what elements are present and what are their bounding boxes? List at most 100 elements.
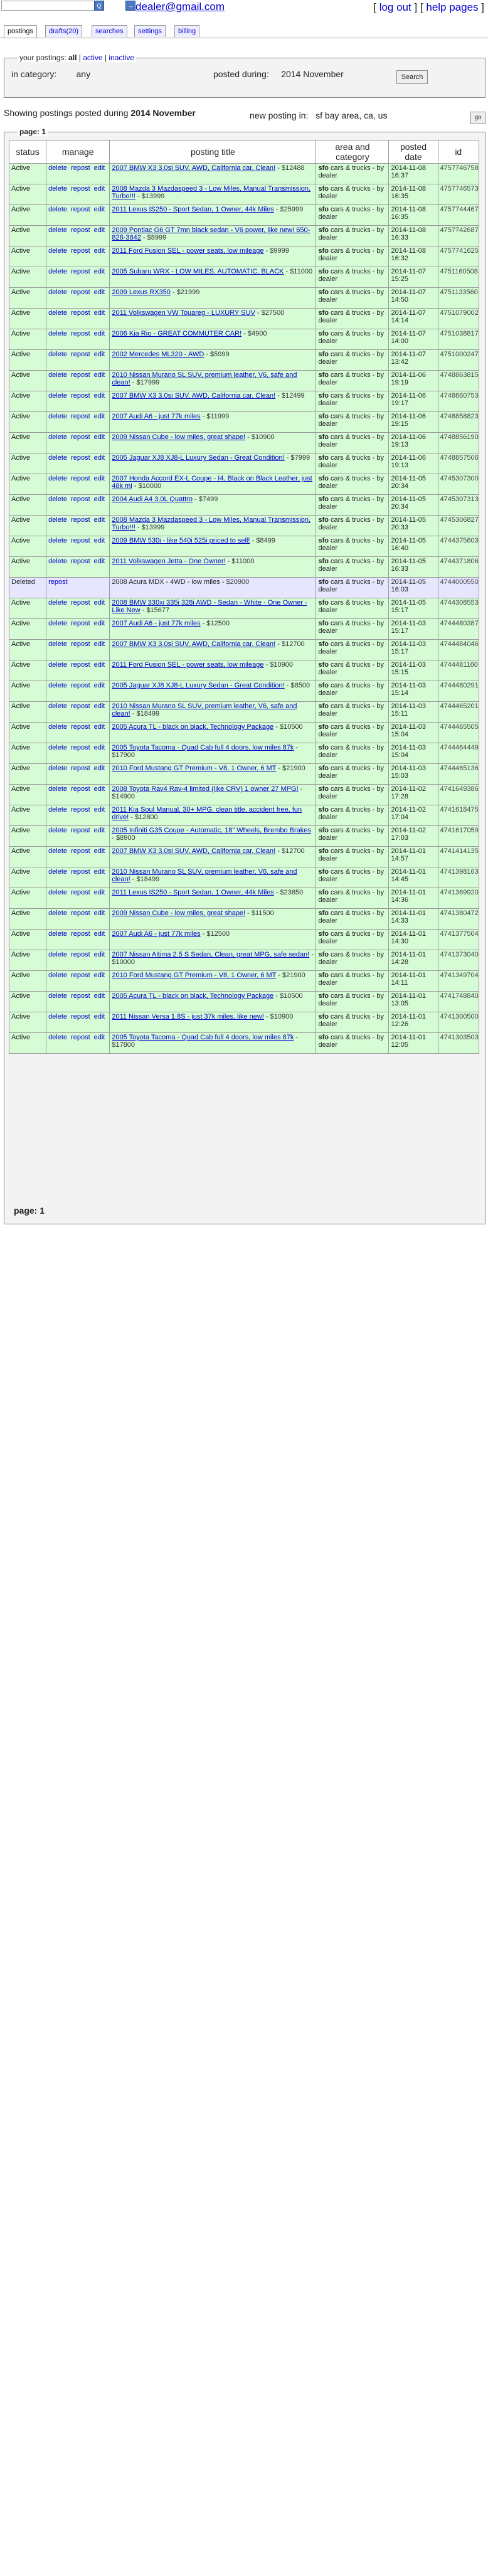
posting-title-link[interactable]: 2010 Ford Mustang GT Premium - V8, 1 Own… xyxy=(112,972,276,979)
help-pages-link[interactable]: help pages xyxy=(426,1,478,13)
repost-link[interactable]: repost xyxy=(71,765,90,772)
repost-link[interactable]: repost xyxy=(71,496,90,503)
delete-link[interactable]: delete xyxy=(48,289,67,296)
edit-link[interactable]: edit xyxy=(94,847,105,855)
delete-link[interactable]: delete xyxy=(48,226,67,234)
edit-link[interactable]: edit xyxy=(94,164,105,172)
delete-link[interactable]: delete xyxy=(48,868,67,876)
posting-title-link[interactable]: 2007 BMW X3 3.0si SUV, AWD, California c… xyxy=(112,392,275,400)
repost-link[interactable]: repost xyxy=(71,827,90,834)
edit-link[interactable]: edit xyxy=(94,371,105,379)
edit-link[interactable]: edit xyxy=(94,992,105,1000)
delete-link[interactable]: delete xyxy=(48,206,67,213)
tab-postings[interactable]: postings xyxy=(4,25,37,38)
edit-link[interactable]: edit xyxy=(94,475,105,482)
delete-link[interactable]: delete xyxy=(48,930,67,938)
edit-link[interactable]: edit xyxy=(94,723,105,731)
edit-link[interactable]: edit xyxy=(94,351,105,358)
delete-link[interactable]: delete xyxy=(48,702,67,710)
repost-link[interactable]: repost xyxy=(71,371,90,379)
repost-link[interactable]: repost xyxy=(71,413,90,420)
delete-link[interactable]: delete xyxy=(48,371,67,379)
delete-link[interactable]: delete xyxy=(48,351,67,358)
repost-link[interactable]: repost xyxy=(71,558,90,565)
delete-link[interactable]: delete xyxy=(48,516,67,524)
posting-title-link[interactable]: 2011 Volkswagen Jetta - One Owner! xyxy=(112,558,225,565)
posting-title-link[interactable]: 2007 Audi A6 - just 77k miles xyxy=(112,620,200,627)
repost-link[interactable]: repost xyxy=(71,889,90,896)
edit-link[interactable]: edit xyxy=(94,454,105,462)
edit-link[interactable]: edit xyxy=(94,268,105,275)
repost-link[interactable]: repost xyxy=(71,909,90,917)
edit-link[interactable]: edit xyxy=(94,496,105,503)
repost-link[interactable]: repost xyxy=(71,475,90,482)
edit-link[interactable]: edit xyxy=(94,537,105,544)
delete-link[interactable]: delete xyxy=(48,992,67,1000)
delete-link[interactable]: delete xyxy=(48,1034,67,1041)
repost-link[interactable]: repost xyxy=(71,309,90,317)
edit-link[interactable]: edit xyxy=(94,930,105,938)
edit-link[interactable]: edit xyxy=(94,413,105,420)
repost-link[interactable]: repost xyxy=(71,868,90,876)
repost-link[interactable]: repost xyxy=(71,992,90,1000)
repost-link[interactable]: repost xyxy=(71,951,90,958)
posting-title-link[interactable]: 2009 BMW 530i - like 540i 525i priced to… xyxy=(112,537,250,544)
delete-link[interactable]: delete xyxy=(48,599,67,607)
posting-title-link[interactable]: 2007 Nissan Altima 2.5 S Sedan, Clean, g… xyxy=(112,951,309,958)
edit-link[interactable]: edit xyxy=(94,558,105,565)
posting-title-link[interactable]: 2006 Kia Rio - GREAT COMMUTER CAR! xyxy=(112,330,241,337)
repost-link[interactable]: repost xyxy=(71,247,90,255)
repost-link[interactable]: repost xyxy=(71,1034,90,1041)
posting-title-link[interactable]: 2011 Ford Fusion SEL - power seats, low … xyxy=(112,247,263,255)
delete-link[interactable]: delete xyxy=(48,330,67,337)
new-posting-location-select[interactable]: sf bay area, ca, us xyxy=(316,110,387,120)
delete-link[interactable]: delete xyxy=(48,268,67,275)
repost-link[interactable]: repost xyxy=(71,640,90,648)
delete-link[interactable]: delete xyxy=(48,827,67,834)
delete-link[interactable]: delete xyxy=(48,640,67,648)
go-button[interactable]: go xyxy=(470,112,485,124)
filter-active-link[interactable]: active xyxy=(83,53,102,62)
repost-link[interactable]: repost xyxy=(71,454,90,462)
delete-link[interactable]: delete xyxy=(48,620,67,627)
posting-title-link[interactable]: 2011 Lexus IS250 - Sport Sedan, 1 Owner,… xyxy=(112,889,273,896)
edit-link[interactable]: edit xyxy=(94,909,105,917)
posting-title-link[interactable]: 2009 Nissan Cube - low miles, great shap… xyxy=(112,433,245,441)
edit-link[interactable]: edit xyxy=(94,433,105,441)
delete-link[interactable]: delete xyxy=(48,765,67,772)
delete-link[interactable]: delete xyxy=(48,661,67,669)
repost-link[interactable]: repost xyxy=(71,930,90,938)
arrow-icon[interactable]: → xyxy=(125,1,135,11)
repost-link[interactable]: repost xyxy=(71,723,90,731)
edit-link[interactable]: edit xyxy=(94,640,105,648)
edit-link[interactable]: edit xyxy=(94,785,105,793)
delete-link[interactable]: delete xyxy=(48,972,67,979)
repost-link[interactable]: repost xyxy=(71,599,90,607)
delete-link[interactable]: delete xyxy=(48,185,67,193)
posting-title-link[interactable]: 2005 Infiniti G35 Coupe - Automatic, 18"… xyxy=(112,827,311,834)
posting-title-link[interactable]: 2005 Jaguar XJ8 XJ8-L Luxury Sedan - Gre… xyxy=(112,682,284,689)
edit-link[interactable]: edit xyxy=(94,247,105,255)
logo-search-input[interactable] xyxy=(1,1,97,11)
posting-title-link[interactable]: 2005 Jaguar XJ8 XJ8-L Luxury Sedan - Gre… xyxy=(112,454,284,462)
edit-link[interactable]: edit xyxy=(94,744,105,751)
edit-link[interactable]: edit xyxy=(94,806,105,814)
repost-link[interactable]: repost xyxy=(71,289,90,296)
repost-link[interactable]: repost xyxy=(71,537,90,544)
posting-title-link[interactable]: 2009 Pontiac G6 GT 7mn black sedan - V6 … xyxy=(112,226,310,241)
edit-link[interactable]: edit xyxy=(94,682,105,689)
repost-link[interactable]: repost xyxy=(71,682,90,689)
edit-link[interactable]: edit xyxy=(94,289,105,296)
delete-link[interactable]: delete xyxy=(48,309,67,317)
search-button[interactable]: Search xyxy=(396,70,428,84)
repost-link[interactable]: repost xyxy=(71,620,90,627)
repost-link[interactable]: repost xyxy=(48,578,68,586)
repost-link[interactable]: repost xyxy=(71,330,90,337)
edit-link[interactable]: edit xyxy=(94,702,105,710)
delete-link[interactable]: delete xyxy=(48,806,67,814)
posting-title-link[interactable]: 2010 Ford Mustang GT Premium - V8, 1 Own… xyxy=(112,765,276,772)
repost-link[interactable]: repost xyxy=(71,806,90,814)
posting-title-link[interactable]: 2009 Lexus RX350 xyxy=(112,289,171,296)
delete-link[interactable]: delete xyxy=(48,682,67,689)
edit-link[interactable]: edit xyxy=(94,1013,105,1020)
